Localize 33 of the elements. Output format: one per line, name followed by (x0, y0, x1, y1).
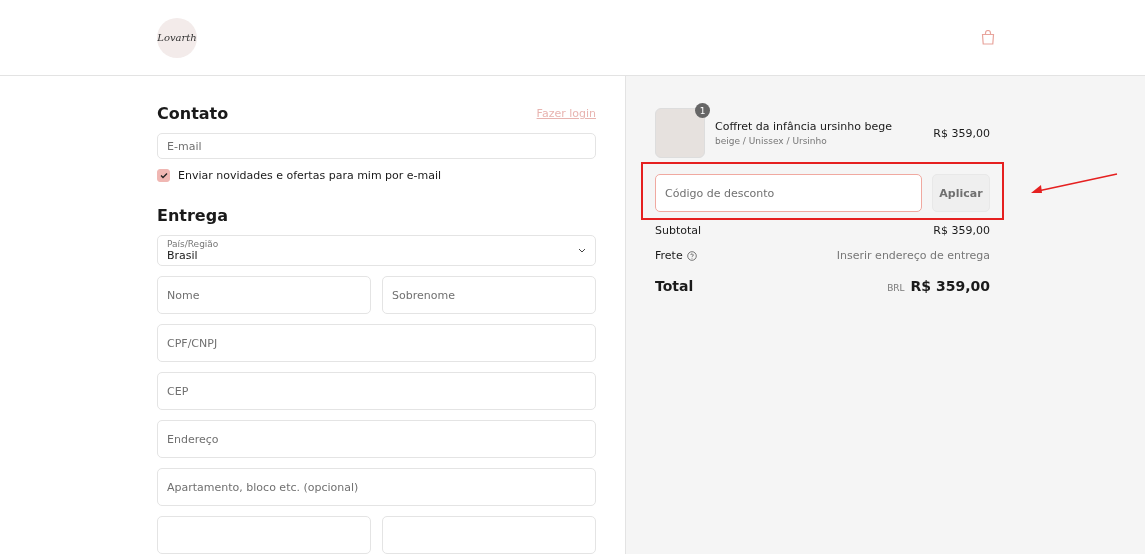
product-price: R$ 359,00 (933, 126, 990, 140)
product-variant: beige / Unissex / Ursinho (715, 136, 828, 146)
input-field[interactable]: Endereço (157, 420, 596, 458)
input-field[interactable]: Apartamento, bloco etc. (opcional) (157, 468, 596, 506)
discount-code-field[interactable]: Código de desconto (655, 174, 922, 212)
summary-value: R$ 359,00 (933, 224, 990, 237)
quantity-badge: 1 (695, 103, 710, 118)
input-field[interactable] (157, 516, 371, 554)
summary-label: Frete (655, 249, 683, 262)
currency-code: BRL (887, 283, 905, 293)
apply-button[interactable]: Aplicar (932, 174, 990, 212)
input-field[interactable]: E-mail (157, 133, 596, 159)
section-title: Contato (157, 104, 229, 123)
checkbox[interactable] (157, 169, 170, 182)
input-field[interactable]: CEP (157, 372, 596, 410)
input-field[interactable]: Sobrenome (382, 276, 596, 314)
shopping-bag-icon[interactable] (981, 30, 995, 45)
total-label: Total (655, 278, 694, 294)
checkbox-label: Enviar novidades e ofertas para mim por e-mail (178, 169, 442, 182)
summary-label: Subtotal (655, 224, 702, 237)
section-title: Entrega (157, 206, 229, 225)
product-name: Coffret da infância ursinho bege (715, 120, 893, 133)
input-field[interactable]: Nome (157, 276, 371, 314)
total-value: R$ 359,00 (910, 278, 990, 294)
input-field[interactable] (382, 516, 596, 554)
country-select[interactable]: País/Região Brasil (157, 235, 596, 266)
help-icon[interactable] (686, 250, 697, 261)
chevron-down-icon (578, 248, 586, 253)
logo[interactable]: Lovarth (157, 17, 197, 58)
summary-value: Inserir endereço de entrega (836, 249, 990, 262)
check-icon (159, 172, 168, 179)
arrow-icon (1030, 173, 1118, 195)
input-field[interactable]: CPF/CNPJ (157, 324, 596, 362)
